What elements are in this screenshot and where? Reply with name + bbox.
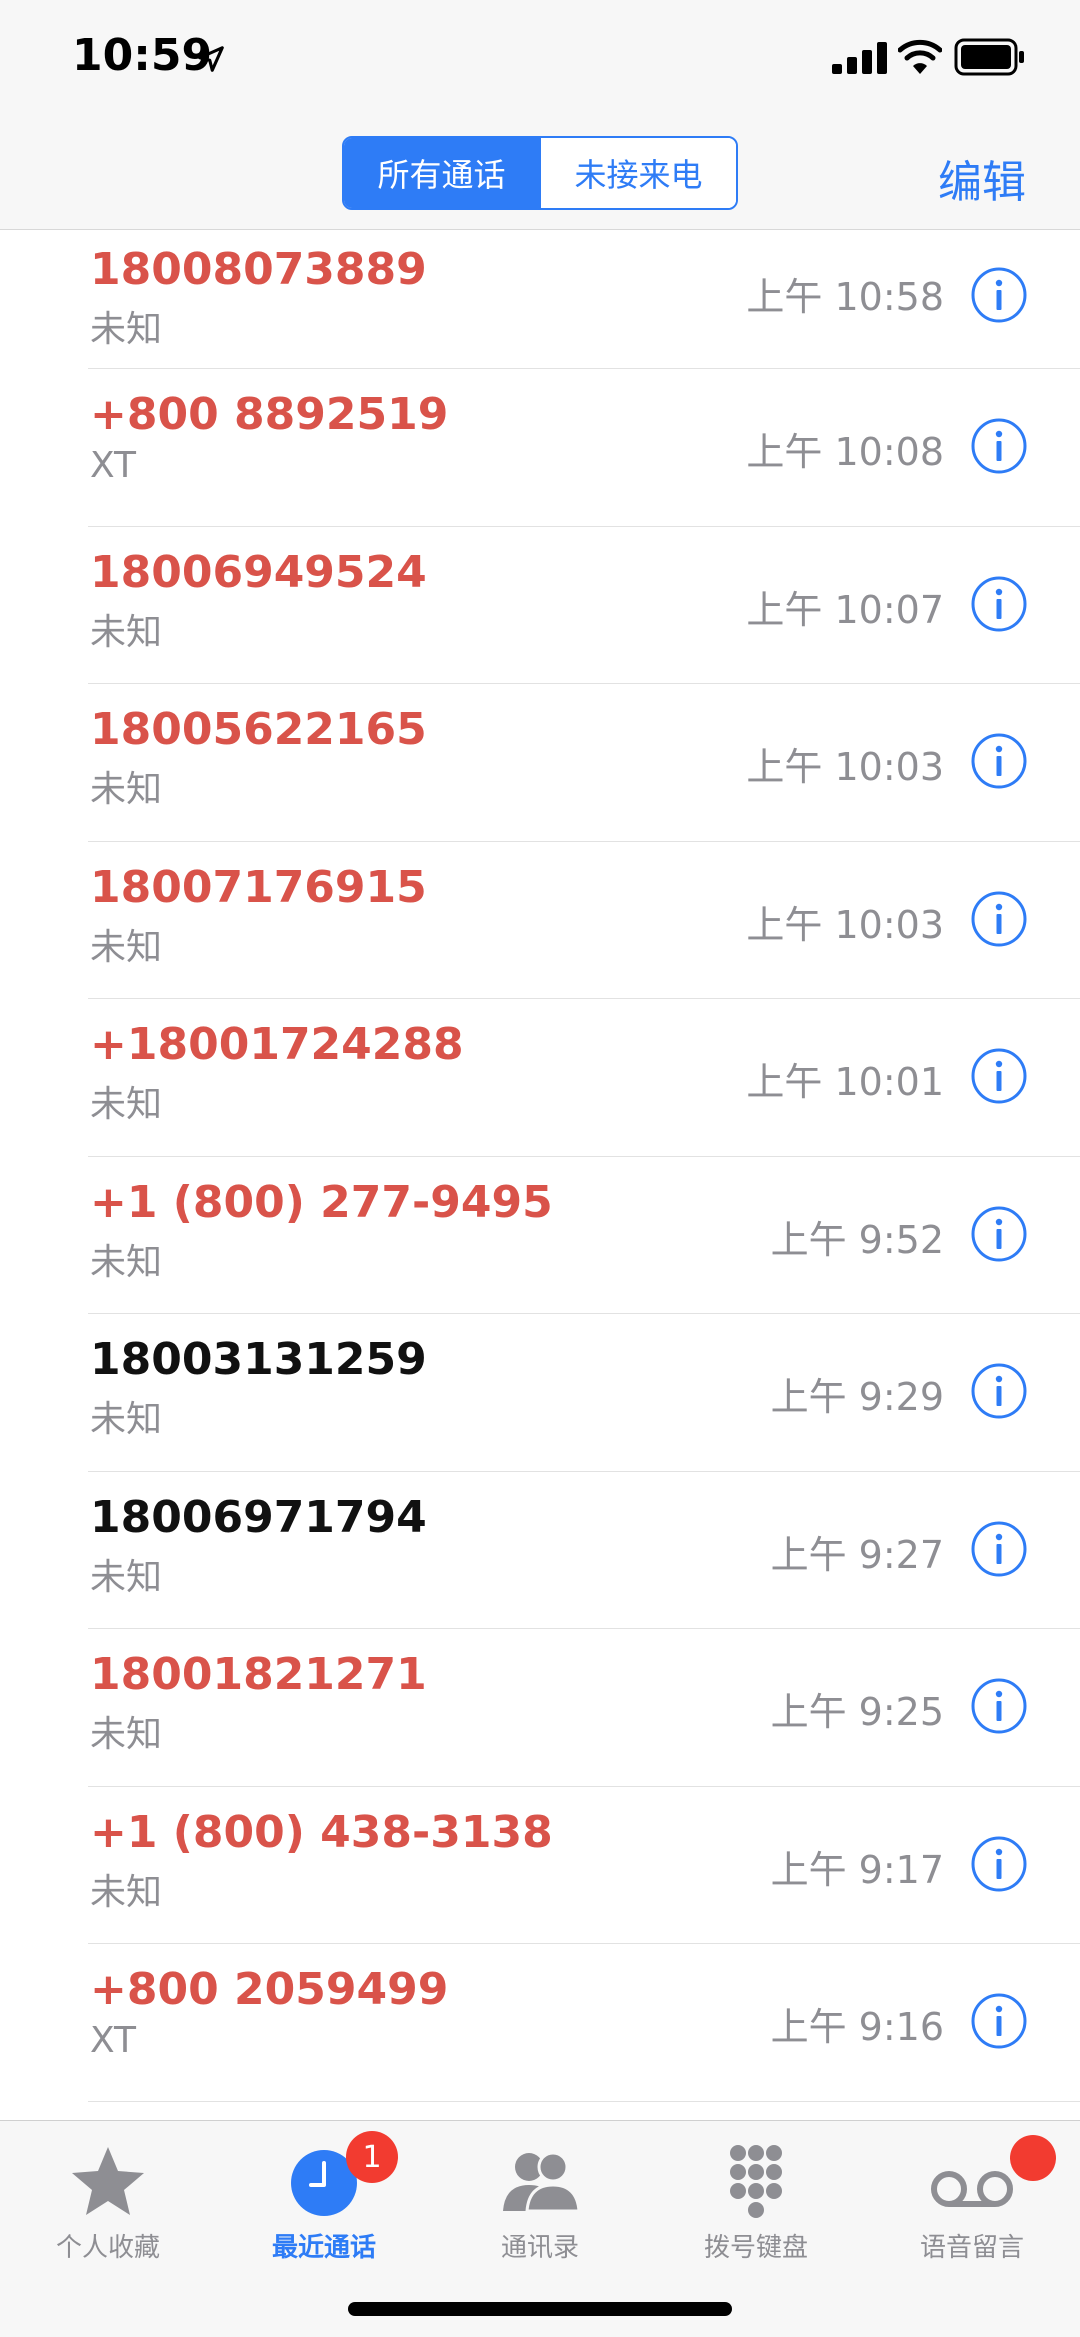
call-time: 上午 10:01: [746, 1060, 944, 1104]
call-label: 未知: [90, 1399, 163, 1440]
call-row[interactable]: 18006949524 未知 上午 10:07: [88, 527, 1080, 684]
info-icon[interactable]: [970, 1362, 1028, 1420]
call-number: 18006971794: [90, 1491, 427, 1543]
keypad-icon: [730, 2145, 782, 2218]
cellular-signal-icon: [832, 42, 887, 74]
call-label: 未知: [90, 1556, 163, 1598]
call-number: 18005622165: [90, 704, 427, 755]
recents-badge: 1: [346, 2131, 398, 2183]
voicemail-badge: [1010, 2135, 1056, 2181]
segment-missed-calls[interactable]: 未接来电: [539, 138, 736, 208]
star-icon: [72, 2147, 144, 2215]
recent-calls-list: 18008073889 未知 上午 10:58 +800 8892519 XT …: [0, 230, 1080, 2102]
info-icon[interactable]: [970, 890, 1028, 948]
call-label: 未知: [90, 926, 163, 968]
info-icon[interactable]: [970, 1677, 1028, 1735]
phone-screen: 10:59 所有通话 未接来电 编辑 18008073889 未知 上午 10:…: [0, 0, 1080, 2337]
info-icon[interactable]: [970, 1992, 1028, 2050]
call-time: 上午 10:03: [746, 745, 944, 789]
call-label: 未知: [90, 1084, 163, 1125]
tab-recents[interactable]: 最近通话 1: [216, 2121, 432, 2271]
info-icon[interactable]: [970, 1520, 1028, 1578]
call-row[interactable]: 18006971794 未知 上午 9:27: [88, 1472, 1080, 1629]
segment-all-calls[interactable]: 所有通话: [344, 138, 539, 208]
call-row[interactable]: 18003131259 未知 上午 9:29: [88, 1314, 1080, 1472]
call-number: 18007176915: [90, 861, 427, 913]
status-time: 10:59: [72, 30, 213, 81]
call-row[interactable]: +1 (800) 438-3138 未知 上午 9:17: [88, 1787, 1080, 1944]
call-number: +800 2059499: [90, 1964, 449, 2015]
call-label: 未知: [90, 309, 163, 350]
call-label: 未知: [90, 1241, 163, 1283]
call-row[interactable]: 18005622165 未知 上午 10:03: [88, 684, 1080, 842]
home-indicator: [348, 2302, 732, 2316]
call-time: 上午 9:27: [770, 1532, 944, 1577]
call-time: 上午 9:16: [770, 2005, 944, 2049]
call-label: 未知: [90, 611, 163, 653]
info-icon[interactable]: [970, 1047, 1028, 1105]
call-row[interactable]: +800 2059499 XT 上午 9:16: [88, 1944, 1080, 2102]
info-icon[interactable]: [970, 1205, 1028, 1263]
tab-label: 拨号键盘: [703, 2233, 808, 2263]
call-row[interactable]: +1 (800) 277-9495 未知 上午 9:52: [88, 1157, 1080, 1314]
tab-label: 语音留言: [919, 2233, 1024, 2263]
tab-favorites[interactable]: 个人收藏: [0, 2121, 216, 2271]
call-number: 18001821271: [90, 1649, 427, 1700]
calls-filter-segmented-control: 所有通话 未接来电: [342, 136, 738, 210]
call-number: +1 (800) 438-3138: [90, 1806, 553, 1858]
call-number: 18006949524: [90, 546, 427, 598]
call-label: 未知: [90, 1871, 163, 1913]
navigation-bar: 所有通话 未接来电 编辑: [0, 120, 1080, 230]
info-icon[interactable]: [970, 266, 1028, 324]
call-row[interactable]: 18001821271 未知 上午 9:25: [88, 1629, 1080, 1787]
call-time: 上午 10:07: [746, 587, 944, 632]
call-label: 未知: [90, 1714, 163, 1755]
info-icon[interactable]: [970, 575, 1028, 633]
tab-keypad[interactable]: 拨号键盘: [648, 2121, 864, 2271]
call-number: 18008073889: [90, 244, 427, 295]
call-time: 上午 9:52: [770, 1217, 944, 1262]
location-arrow-icon: [198, 46, 224, 72]
info-icon[interactable]: [970, 1835, 1028, 1893]
edit-button[interactable]: 编辑: [938, 146, 1026, 210]
call-row[interactable]: 18008073889 未知 上午 10:58: [88, 230, 1080, 369]
call-time: 上午 10:08: [746, 430, 944, 474]
call-time: 上午 9:29: [770, 1375, 944, 1419]
call-time: 上午 9:25: [770, 1690, 944, 1734]
call-time: 上午 10:03: [746, 902, 944, 947]
contacts-icon: [503, 2151, 581, 2213]
tab-voicemail[interactable]: 语音留言: [864, 2121, 1080, 2271]
info-icon[interactable]: [970, 732, 1028, 790]
tab-label: 个人收藏: [55, 2233, 160, 2263]
info-icon[interactable]: [970, 417, 1028, 475]
wifi-icon: [898, 39, 942, 74]
battery-icon: [954, 38, 1024, 76]
call-row[interactable]: +800 8892519 XT 上午 10:08: [88, 369, 1080, 527]
call-row[interactable]: +18001724288 未知 上午 10:01: [88, 999, 1080, 1157]
call-row[interactable]: 18007176915 未知 上午 10:03: [88, 842, 1080, 999]
status-bar: 10:59: [0, 0, 1080, 120]
tab-label: 最近通话: [271, 2233, 376, 2263]
call-number: +1 (800) 277-9495: [90, 1176, 553, 1228]
call-number: +18001724288: [90, 1019, 464, 1070]
call-label: XT: [90, 2020, 137, 2061]
call-time: 上午 10:58: [746, 275, 944, 319]
voicemail-icon: [931, 2171, 1013, 2207]
call-label: XT: [90, 445, 137, 486]
call-number: +800 8892519: [90, 389, 449, 440]
call-number: 18003131259: [90, 1334, 427, 1385]
tab-contacts[interactable]: 通讯录: [432, 2121, 648, 2271]
call-time: 上午 9:17: [770, 1847, 944, 1892]
call-label: 未知: [90, 769, 163, 810]
tab-label: 通讯录: [500, 2233, 579, 2263]
